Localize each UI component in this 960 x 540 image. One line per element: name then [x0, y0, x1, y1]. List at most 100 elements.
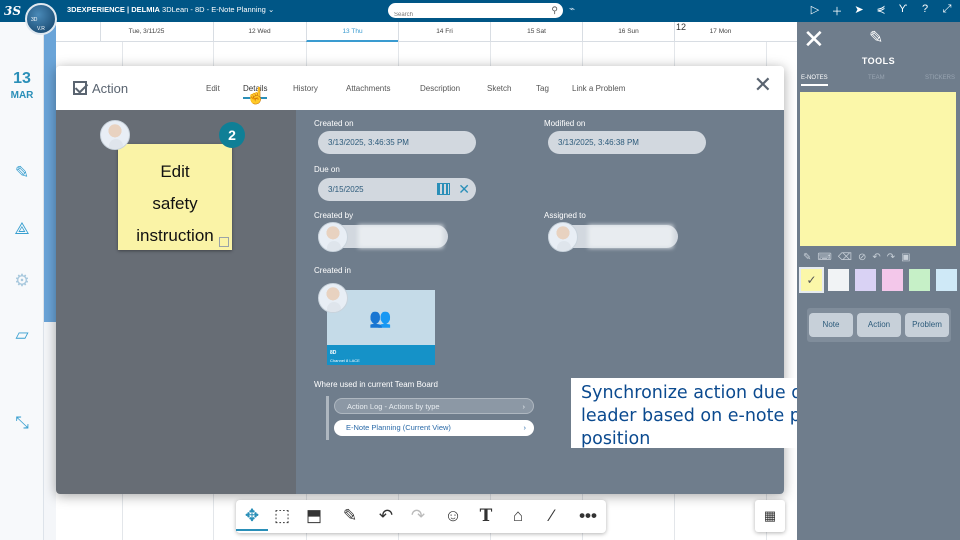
compass-icon[interactable]: 3D V.R: [25, 3, 57, 35]
folder-icon[interactable]: ▱: [11, 324, 33, 346]
edit-board-icon[interactable]: ✎: [11, 162, 33, 184]
day-column[interactable]: 17 Mon: [674, 22, 766, 42]
top-bar: 3S 3DEXPERIENCE | DELMIA 3DLean - 8D - E…: [0, 0, 960, 23]
problem-button[interactable]: Problem: [905, 313, 949, 337]
text-icon[interactable]: T: [474, 504, 498, 528]
search-input[interactable]: [388, 7, 538, 23]
note-line: Edit: [160, 162, 190, 181]
app-title[interactable]: 3DEXPERIENCE | DELMIA 3DLean - 8D - E-No…: [67, 5, 274, 14]
action-button[interactable]: Action: [857, 313, 901, 337]
share-flag-icon[interactable]: ▷: [808, 3, 822, 19]
undo-icon[interactable]: ↶: [872, 252, 880, 263]
shape-icon[interactable]: ⌂: [506, 504, 530, 528]
tab-e-notes[interactable]: E-NOTES: [801, 75, 828, 86]
color-swatch[interactable]: [907, 267, 932, 293]
tools-title: TOOLS: [861, 56, 896, 66]
close-icon[interactable]: ✕: [754, 74, 772, 96]
tab-edit[interactable]: Edit: [206, 84, 220, 93]
day-column[interactable]: Tue, 3/11/25: [100, 22, 192, 42]
chevron-right-icon: ›: [523, 423, 527, 432]
day-column[interactable]: 12 Wed: [213, 22, 305, 42]
where-used-connector: [326, 396, 329, 440]
search-bar[interactable]: ⚲: [388, 3, 563, 23]
tools-icon: ✎: [869, 28, 884, 47]
assigned-to-field[interactable]: [548, 222, 678, 252]
modified-on-field: 3/13/2025, 3:46:38 PM: [548, 131, 706, 154]
keyboard-icon[interactable]: ⌨: [817, 252, 831, 263]
fullscreen-icon[interactable]: ⤢: [940, 3, 954, 19]
created-in-label: Created in: [314, 266, 351, 275]
current-day: 13: [13, 70, 31, 87]
settings-icon[interactable]: ⚙: [11, 270, 33, 292]
created-by-field[interactable]: [318, 222, 448, 252]
day-column[interactable]: 16 Sun: [582, 22, 674, 42]
note-button[interactable]: Note: [809, 313, 853, 337]
e-note-canvas[interactable]: [800, 92, 956, 246]
redo-icon[interactable]: ↷: [887, 252, 895, 263]
more-icon[interactable]: •••: [576, 504, 600, 528]
network-icon[interactable]: ⟁: [11, 218, 33, 240]
apps-icon[interactable]: ϒ: [896, 3, 910, 19]
day-column-today[interactable]: 13 Thu: [306, 22, 398, 42]
help-icon[interactable]: ?: [918, 3, 932, 19]
team-icon: 👥: [369, 308, 392, 328]
share-icon[interactable]: ⋞: [874, 3, 888, 19]
assigned-to-name-redacted: [588, 225, 673, 248]
color-swatch[interactable]: [853, 267, 878, 293]
lasso-select-icon[interactable]: ⬒: [302, 504, 326, 528]
day-column[interactable]: 14 Fri: [398, 22, 490, 42]
note-type-bar: Note Action Problem: [807, 308, 951, 342]
where-used-item[interactable]: Action Log - Actions by type ›: [334, 398, 534, 414]
redo-icon[interactable]: ↷: [406, 504, 430, 528]
left-rail: 13 MAR ✎ ⟁ ⚙ ▱ ⤡: [0, 22, 44, 540]
pencil-icon[interactable]: ✎: [803, 252, 811, 263]
search-icon[interactable]: ⚲: [551, 5, 558, 16]
add-icon[interactable]: ＋: [830, 3, 844, 19]
eraser-icon[interactable]: ⌫: [838, 252, 852, 263]
color-swatch[interactable]: [934, 267, 959, 293]
day-column[interactable]: 15 Sat: [490, 22, 582, 42]
tab-history[interactable]: History: [293, 84, 318, 93]
tab-link-a-problem[interactable]: Link a Problem: [572, 84, 625, 93]
chevron-right-icon: ›: [522, 402, 526, 411]
card-subtitle: Channel 8 LACE: [330, 358, 360, 363]
tools-panel: ✕ ✎ TOOLS E-NOTES TEAM STICKERS ✎ ⌨ ⌫ ⊘ …: [797, 22, 960, 540]
brand-label: 3DEXPERIENCE | DELMIA: [67, 5, 160, 14]
hand-cursor-icon: ☝: [246, 88, 266, 105]
tab-sketch[interactable]: Sketch: [487, 84, 511, 93]
color-swatch[interactable]: [826, 267, 851, 293]
brush-icon[interactable]: ⁄: [540, 504, 564, 528]
where-used-label: Where used in current Team Board: [314, 380, 438, 389]
pen-icon[interactable]: ✎: [338, 504, 362, 528]
where-used-item-current[interactable]: E-Note Planning (Current View) ›: [334, 420, 534, 436]
tag-icon[interactable]: ⌁: [569, 4, 575, 15]
undo-icon[interactable]: ↶: [374, 504, 398, 528]
move-icon[interactable]: ✥: [236, 504, 268, 531]
board-toolbar: ✥ ⬚ ⬒ ✎ ↶ ↷ ☺ T ⌂ ⁄ •••: [236, 500, 606, 533]
note-line: safety: [152, 194, 198, 213]
color-swatch[interactable]: ✓: [799, 267, 824, 293]
due-on-value: 3/15/2025: [328, 185, 364, 194]
tab-team[interactable]: TEAM: [868, 75, 885, 81]
tab-stickers[interactable]: STICKERS: [925, 75, 955, 81]
due-on-field[interactable]: 3/15/2025 ✕: [318, 178, 476, 201]
sticker-icon[interactable]: ☺: [441, 504, 465, 528]
clear-icon[interactable]: ⊘: [858, 252, 866, 263]
navigate-icon[interactable]: ➤: [852, 3, 866, 19]
select-icon[interactable]: ⬚: [270, 504, 294, 528]
image-icon[interactable]: ▣: [901, 252, 910, 263]
where-used-item-label: E-Note Planning (Current View): [346, 423, 451, 432]
tab-attachments[interactable]: Attachments: [346, 84, 390, 93]
calendar-icon[interactable]: [437, 183, 450, 195]
close-icon[interactable]: ✕: [803, 24, 825, 55]
avatar: [548, 222, 578, 252]
calendar-view-icon[interactable]: ▦: [755, 500, 785, 532]
action-note[interactable]: Edit safety instruction: [118, 144, 232, 250]
tab-tag[interactable]: Tag: [536, 84, 549, 93]
clear-icon[interactable]: ✕: [458, 178, 470, 201]
color-swatch[interactable]: [880, 267, 905, 293]
expand-icon[interactable]: ⤡: [11, 412, 33, 434]
created-by-label: Created by: [314, 211, 354, 220]
tab-description[interactable]: Description: [420, 84, 460, 93]
chevron-down-icon[interactable]: ⌄: [268, 5, 274, 14]
